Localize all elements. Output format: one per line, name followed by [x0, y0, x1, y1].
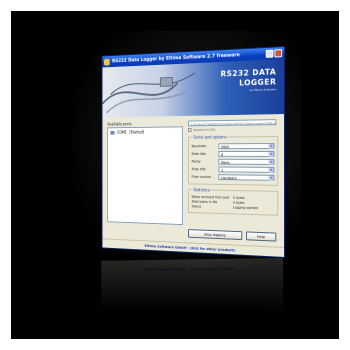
- serial-cable-illustration: [102, 63, 204, 118]
- logo-line-2: LOGGER: [239, 77, 277, 88]
- app-icon: [104, 58, 110, 66]
- chevron-down-icon[interactable]: ▾: [268, 152, 274, 157]
- window-reflection: Eltima Software GmbH - click for other p…: [101, 258, 284, 318]
- chevron-down-icon[interactable]: ▾: [268, 144, 274, 150]
- product-logo: RS232 DATA LOGGER by Eltima Software: [221, 67, 277, 93]
- chevron-down-icon[interactable]: ▾: [268, 167, 274, 173]
- photo-frame: RS232 Data Logger by Eltima Software 2.7…: [11, 11, 339, 339]
- stop-bits-label: Stop bits: [191, 167, 206, 172]
- options-panel: C:\Program Files\Eltima Software\RS232 D…: [188, 119, 279, 229]
- statistics-group: Statistics Bytes received from port 0 by…: [188, 187, 279, 216]
- status-value: Logging started: [233, 205, 258, 211]
- flow-control-row: Flow control Hardware ▾: [192, 173, 275, 182]
- parity-select[interactable]: None ▾: [218, 158, 275, 165]
- stop-bits-value: 1: [221, 168, 224, 173]
- status-row: Status Logging started: [192, 204, 275, 211]
- baudrate-value: 9600: [221, 145, 230, 150]
- baudrate-select[interactable]: 9600 ▾: [218, 143, 275, 150]
- logo-subtitle: by Eltima Software: [249, 87, 277, 93]
- close-icon[interactable]: [274, 49, 283, 58]
- status-label: Status: [191, 204, 202, 209]
- data-bits-value: 8: [221, 152, 224, 157]
- help-button[interactable]: Help: [245, 231, 277, 242]
- data-bits-label: Data bits: [191, 152, 207, 156]
- window-controls: [265, 49, 283, 58]
- port-icon: [110, 130, 115, 135]
- log-file-path-field[interactable]: C:\Program Files\Eltima Software\RS232 D…: [188, 119, 277, 127]
- chevron-down-icon[interactable]: ▾: [268, 175, 274, 181]
- action-buttons: Stop logging Help: [188, 229, 277, 242]
- baudrate-row: Baudrate 9600 ▾: [192, 142, 275, 150]
- ports-list[interactable]: COM1 [Started]: [107, 126, 183, 226]
- parity-label: Parity: [191, 159, 201, 164]
- minimize-icon[interactable]: [265, 49, 274, 58]
- baudrate-label: Baudrate: [191, 144, 207, 149]
- append-option[interactable]: Append to file: [188, 127, 278, 133]
- port-name: COM1: [116, 129, 127, 135]
- app-window: RS232 Data Logger by Eltima Software 2.7…: [101, 46, 285, 258]
- serial-options-title: Serial port options: [192, 134, 228, 140]
- flow-control-value: Hardware: [221, 176, 237, 181]
- flow-control-label: Flow control: [191, 174, 211, 179]
- product-banner: RS232 DATA LOGGER by Eltima Software: [102, 59, 285, 118]
- parity-value: None: [221, 160, 230, 165]
- chevron-down-icon[interactable]: ▾: [268, 159, 274, 165]
- reflection-footer-text: Eltima Software GmbH - click for other p…: [143, 266, 235, 273]
- append-label: Append to file: [193, 127, 216, 132]
- statistics-title: Statistics: [192, 187, 211, 193]
- stop-logging-button[interactable]: Stop logging: [188, 229, 243, 241]
- port-status: [Started]: [129, 129, 145, 135]
- data-bits-select[interactable]: 8 ▾: [218, 151, 275, 157]
- ports-panel: Available ports COM1 [Started]: [107, 121, 183, 226]
- append-checkbox[interactable]: [188, 128, 192, 133]
- list-item[interactable]: COM1 [Started]: [108, 127, 182, 136]
- flow-control-select[interactable]: Hardware ▾: [218, 174, 275, 181]
- serial-options-group: Serial port options Baudrate 9600 ▾ Data …: [188, 134, 279, 186]
- stop-bits-select[interactable]: 1 ▾: [218, 166, 275, 173]
